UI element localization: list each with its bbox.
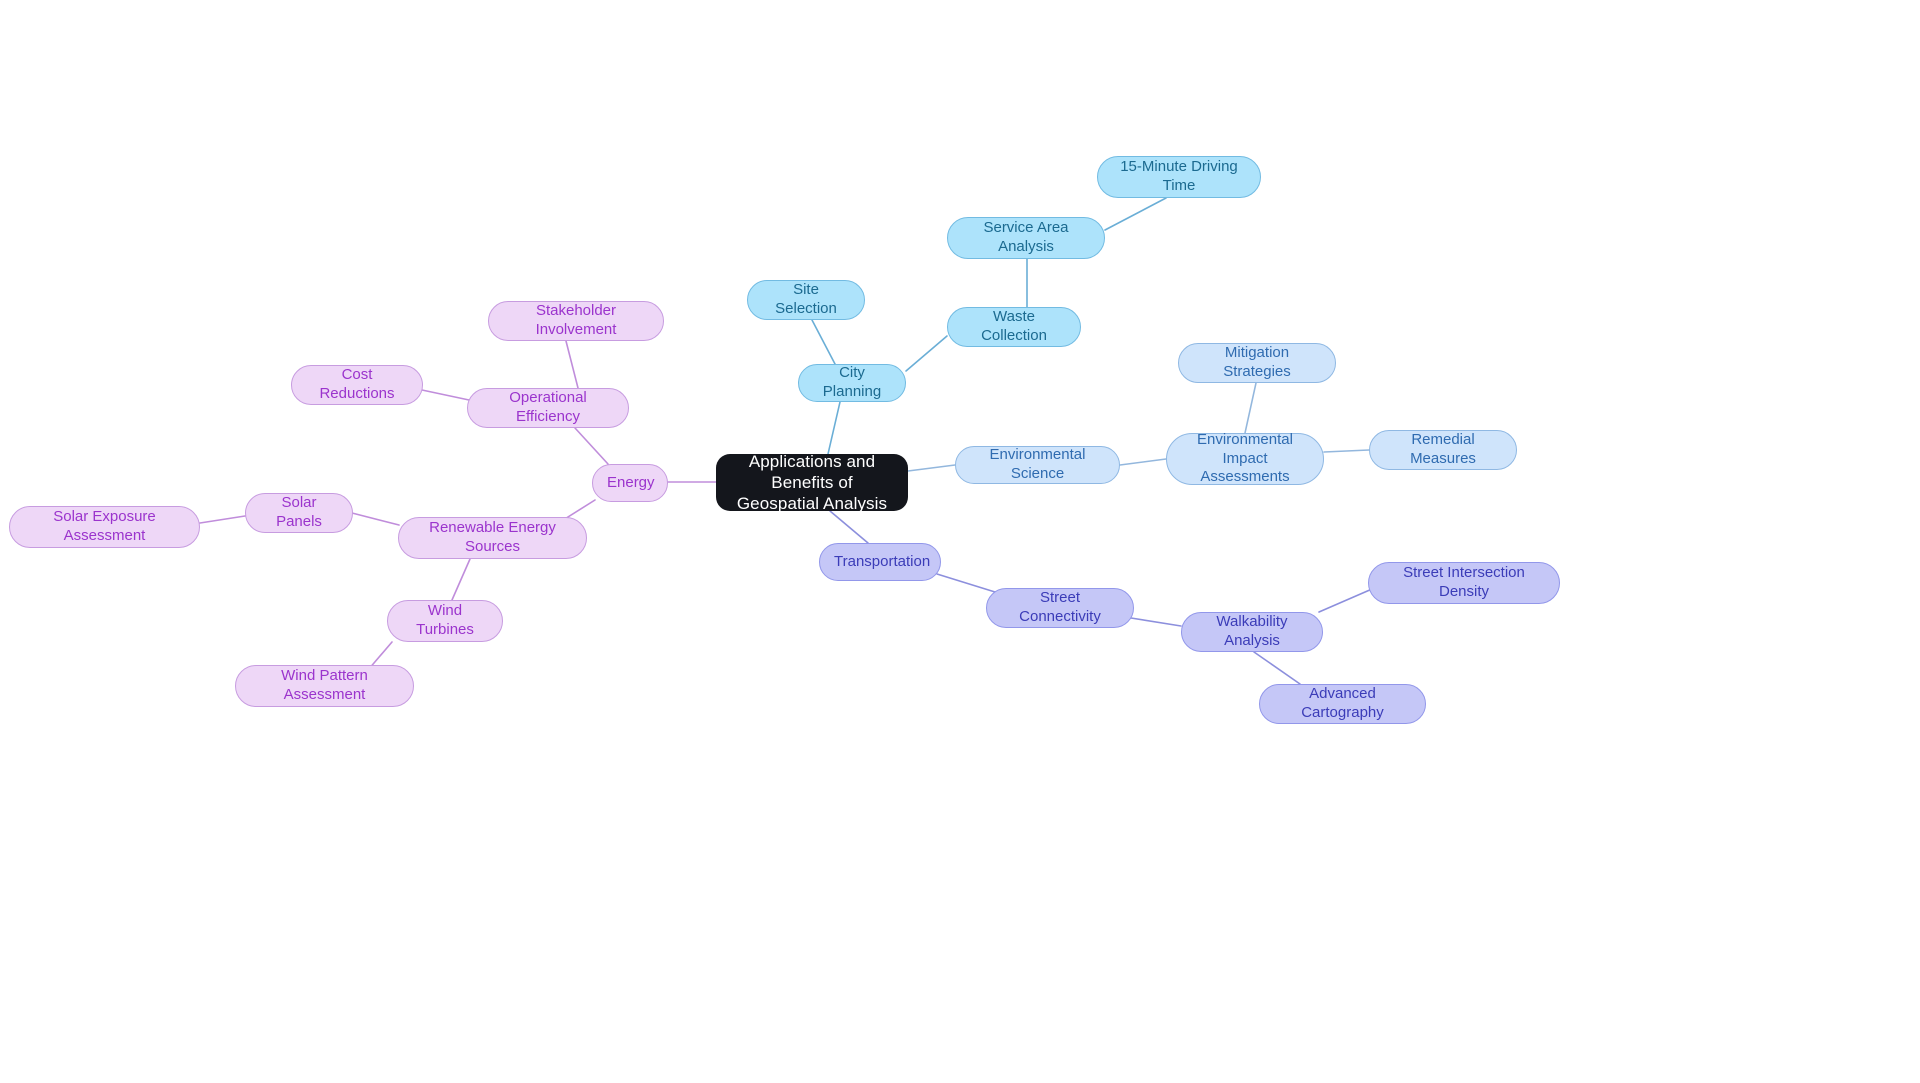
node-label-street-connectivity: Street Connectivity <box>1019 589 1101 625</box>
edge-eia-to-remedial_measures <box>1323 449 1370 453</box>
mindmap-node-wind-turbines[interactable]: Wind Turbines <box>387 600 503 642</box>
node-label-stakeholder-involvement: Stakeholder Involvement <box>535 302 617 338</box>
mindmap-node-transportation[interactable]: Transportation <box>819 543 941 581</box>
mindmap-node-eia[interactable]: Environmental Impact Assessments <box>1166 430 1324 486</box>
mindmap-node-remedial-measures[interactable]: Remedial Measures <box>1369 430 1517 470</box>
mindmap-node-mitigation-strategies[interactable]: Mitigation Strategies <box>1178 343 1336 383</box>
node-label-solar-panels: Solar Panels <box>276 494 322 530</box>
mindmap-node-cost-reductions[interactable]: Cost Reductions <box>291 365 423 405</box>
edge-walkability_analysis-to-street_intersection_density <box>1318 588 1373 613</box>
edge-street_connectivity-to-walkability_analysis <box>1130 617 1182 627</box>
mindmap-canvas: Applications and Benefits of Geospatial … <box>0 0 1920 1083</box>
node-label-service-area-analysis: Service Area Analysis <box>983 219 1069 255</box>
edge-operational_efficiency-to-cost_reductions <box>421 389 470 401</box>
edge-transportation-to-street_connectivity <box>936 573 996 593</box>
mindmap-node-city-planning[interactable]: City Planning <box>798 364 906 402</box>
node-label-street-intersection-density: Street Intersection Density <box>1403 564 1525 600</box>
node-label-eia: Environmental Impact Assessments <box>1197 430 1293 486</box>
edge-walkability_analysis-to-advanced_cartography <box>1253 651 1301 685</box>
edge-service_area_analysis-to-driving_time <box>1104 197 1167 231</box>
edge-layer <box>199 197 1373 685</box>
edge-root-to-city_planning <box>827 401 841 455</box>
edge-city_planning-to-waste_collection <box>905 335 948 372</box>
mindmap-node-walkability-analysis[interactable]: Walkability Analysis <box>1181 612 1323 652</box>
node-label-operational-efficiency: Operational Efficiency <box>509 389 587 425</box>
node-label-transportation: Transportation <box>834 552 931 570</box>
mindmap-node-street-intersection-density[interactable]: Street Intersection Density <box>1368 562 1560 604</box>
mindmap-node-solar-exposure-assessment[interactable]: Solar Exposure Assessment <box>9 506 200 548</box>
node-label-renewable-energy-sources: Renewable Energy Sources <box>429 519 556 555</box>
edge-eia-to-mitigation_strategies <box>1244 382 1257 434</box>
mindmap-node-environmental-science[interactable]: Environmental Science <box>955 446 1120 484</box>
edge-renewable_energy_sources-to-wind_turbines <box>451 558 471 601</box>
node-label-remedial-measures: Remedial Measures <box>1410 431 1476 467</box>
mindmap-node-waste-collection[interactable]: Waste Collection <box>947 307 1081 347</box>
mindmap-node-site-selection[interactable]: Site Selection <box>747 280 865 320</box>
node-label-root: Applications and Benefits of Geospatial … <box>736 451 888 514</box>
mindmap-node-operational-efficiency[interactable]: Operational Efficiency <box>467 388 629 428</box>
mindmap-node-energy[interactable]: Energy <box>592 464 668 502</box>
edge-operational_efficiency-to-stakeholder_involvement <box>565 340 579 389</box>
mindmap-node-street-connectivity[interactable]: Street Connectivity <box>986 588 1134 628</box>
node-label-walkability-analysis: Walkability Analysis <box>1216 613 1288 649</box>
mindmap-node-stakeholder-involvement[interactable]: Stakeholder Involvement <box>488 301 664 341</box>
edge-environmental_science-to-eia <box>1119 458 1167 466</box>
node-label-mitigation-strategies: Mitigation Strategies <box>1223 344 1291 380</box>
node-label-driving-time: 15-Minute Driving Time <box>1120 158 1238 194</box>
mindmap-node-root[interactable]: Applications and Benefits of Geospatial … <box>716 452 908 513</box>
node-label-environmental-science: Environmental Science <box>989 446 1086 482</box>
mindmap-node-solar-panels[interactable]: Solar Panels <box>245 493 353 533</box>
mindmap-node-advanced-cartography[interactable]: Advanced Cartography <box>1259 684 1426 724</box>
node-label-solar-exposure-assessment: Solar Exposure Assessment <box>53 508 156 544</box>
mindmap-node-driving-time[interactable]: 15-Minute Driving Time <box>1097 156 1261 198</box>
edge-root-to-environmental_science <box>907 464 956 472</box>
node-label-city-planning: City Planning <box>822 364 882 400</box>
edge-city_planning-to-site_selection <box>811 319 836 365</box>
node-label-cost-reductions: Cost Reductions <box>319 366 395 402</box>
edge-solar_panels-to-solar_exposure_assessment <box>199 515 246 524</box>
node-label-advanced-cartography: Advanced Cartography <box>1301 685 1384 721</box>
node-label-wind-pattern-assessment: Wind Pattern Assessment <box>281 667 368 703</box>
node-label-waste-collection: Waste Collection <box>981 308 1047 344</box>
mindmap-node-wind-pattern-assessment[interactable]: Wind Pattern Assessment <box>235 665 414 707</box>
node-label-wind-turbines: Wind Turbines <box>416 602 474 638</box>
mindmap-node-renewable-energy-sources[interactable]: Renewable Energy Sources <box>398 517 587 559</box>
edge-energy-to-operational_efficiency <box>574 427 609 465</box>
edge-renewable_energy_sources-to-solar_panels <box>351 512 400 526</box>
node-label-site-selection: Site Selection <box>775 281 837 317</box>
edge-root-to-transportation <box>829 510 869 544</box>
node-label-energy: Energy <box>607 473 655 491</box>
mindmap-node-service-area-analysis[interactable]: Service Area Analysis <box>947 217 1105 259</box>
